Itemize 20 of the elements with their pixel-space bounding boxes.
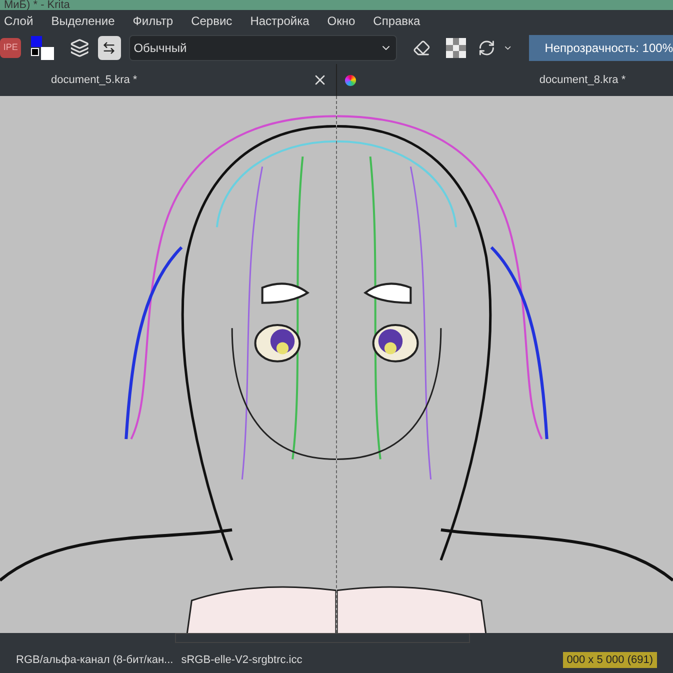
- menu-item[interactable]: Настройка: [250, 12, 310, 30]
- transparency-icon[interactable]: [446, 38, 466, 58]
- image-size-label: 000 x 5 000 (691): [562, 652, 657, 668]
- color-swatch-icon[interactable]: [29, 36, 54, 60]
- opacity-slider[interactable]: Непрозрачность: 100%: [528, 35, 673, 61]
- menu-item[interactable]: Фильтр: [132, 12, 174, 30]
- blend-mode-dropdown[interactable]: Обычный: [128, 35, 398, 61]
- opacity-label: Непрозрачность: 100%: [544, 40, 673, 57]
- menu-item[interactable]: Справка: [373, 12, 420, 30]
- color-profile-label: sRGB-elle-V2-srgbtrc.icc: [181, 652, 302, 668]
- menu-item[interactable]: Сервис: [191, 12, 232, 30]
- menu-item[interactable]: Окно: [327, 12, 356, 30]
- eraser-icon[interactable]: [413, 39, 430, 57]
- window-title: МиБ) * - Krita: [4, 0, 70, 10]
- menu-item[interactable]: Слой: [4, 12, 34, 30]
- reload-icon[interactable]: [478, 39, 496, 57]
- krita-logo-icon: [345, 74, 356, 86]
- color-space-label: RGB/альфа-канал (8-бит/кан...: [16, 652, 174, 668]
- layers-icon[interactable]: [70, 38, 90, 58]
- menu-item[interactable]: Выделение: [51, 12, 115, 30]
